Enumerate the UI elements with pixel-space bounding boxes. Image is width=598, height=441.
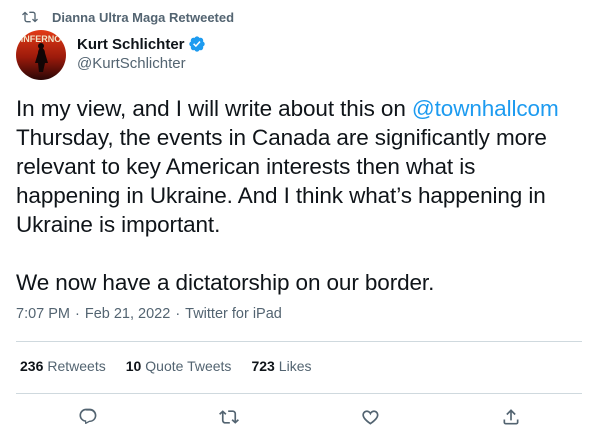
- tweet-line: Thursday, the events in Canada are signi…: [16, 125, 547, 150]
- tweet-text: In my view, and I will write about this …: [16, 94, 591, 297]
- likes-label: Likes: [278, 358, 312, 374]
- share-icon: [503, 409, 519, 425]
- author-name[interactable]: Kurt Schlichter: [77, 36, 185, 53]
- like-button[interactable]: [358, 405, 382, 429]
- retweets-count: 236: [20, 358, 44, 374]
- avatar-text: INFERNO: [21, 34, 62, 44]
- tweet-line: relevant to key American interests then …: [16, 154, 476, 179]
- avatar-image: INFERNO: [16, 30, 66, 80]
- tweet-time[interactable]: 7:07 PM: [16, 306, 70, 322]
- mention-link[interactable]: @townhallcom: [412, 96, 559, 121]
- author-block[interactable]: Kurt Schlichter @KurtSchlichter: [77, 34, 206, 72]
- verified-badge-icon: [188, 36, 205, 52]
- quote-tweets-stat[interactable]: 10 Quote Tweets: [126, 358, 232, 374]
- likes-stat[interactable]: 723 Likes: [251, 358, 311, 374]
- action-bar: [0, 405, 598, 429]
- tweet-meta: 7:07 PM · Feb 21, 2022 · Twitter for iPa…: [16, 306, 282, 322]
- avatar[interactable]: INFERNO: [16, 30, 66, 80]
- quote-tweets-count: 10: [125, 358, 142, 374]
- meta-separator: ·: [75, 306, 80, 322]
- reply-button[interactable]: [76, 405, 100, 429]
- retweets-label: Retweets: [47, 358, 106, 374]
- like-icon: [362, 410, 379, 425]
- share-button[interactable]: [499, 405, 523, 429]
- retweet-icon: [22, 11, 38, 23]
- tweet-line: We now have a dictatorship on our border…: [16, 270, 435, 295]
- tweet-date[interactable]: Feb 21, 2022: [85, 306, 170, 322]
- divider: [16, 341, 582, 342]
- retweets-stat[interactable]: 236 Retweets: [20, 358, 106, 374]
- author-handle[interactable]: @KurtSchlichter: [77, 55, 206, 72]
- tweet-line: Ukraine is important.: [16, 212, 221, 237]
- engagement-stats: 236 Retweets 10 Quote Tweets 723 Likes: [20, 358, 331, 374]
- tweet-text-segment: In my view, and I will write about this …: [16, 96, 412, 121]
- tweet-line: happening in Ukraine. And I think what’s…: [16, 183, 546, 208]
- meta-separator: ·: [175, 306, 181, 322]
- reply-icon: [79, 408, 97, 424]
- retweet-context-text: Dianna Ultra Maga Retweeted: [52, 9, 235, 25]
- retweet-button[interactable]: [217, 405, 241, 429]
- retweet-icon: [219, 410, 239, 424]
- tweet-line: In my view, and I will write about this …: [16, 94, 591, 123]
- tweet-source[interactable]: Twitter for iPad: [185, 306, 282, 322]
- retweet-context[interactable]: Dianna Ultra Maga Retweeted: [22, 9, 234, 25]
- divider: [16, 393, 582, 394]
- quote-tweets-label: Quote Tweets: [145, 358, 232, 374]
- likes-count: 723: [251, 358, 275, 374]
